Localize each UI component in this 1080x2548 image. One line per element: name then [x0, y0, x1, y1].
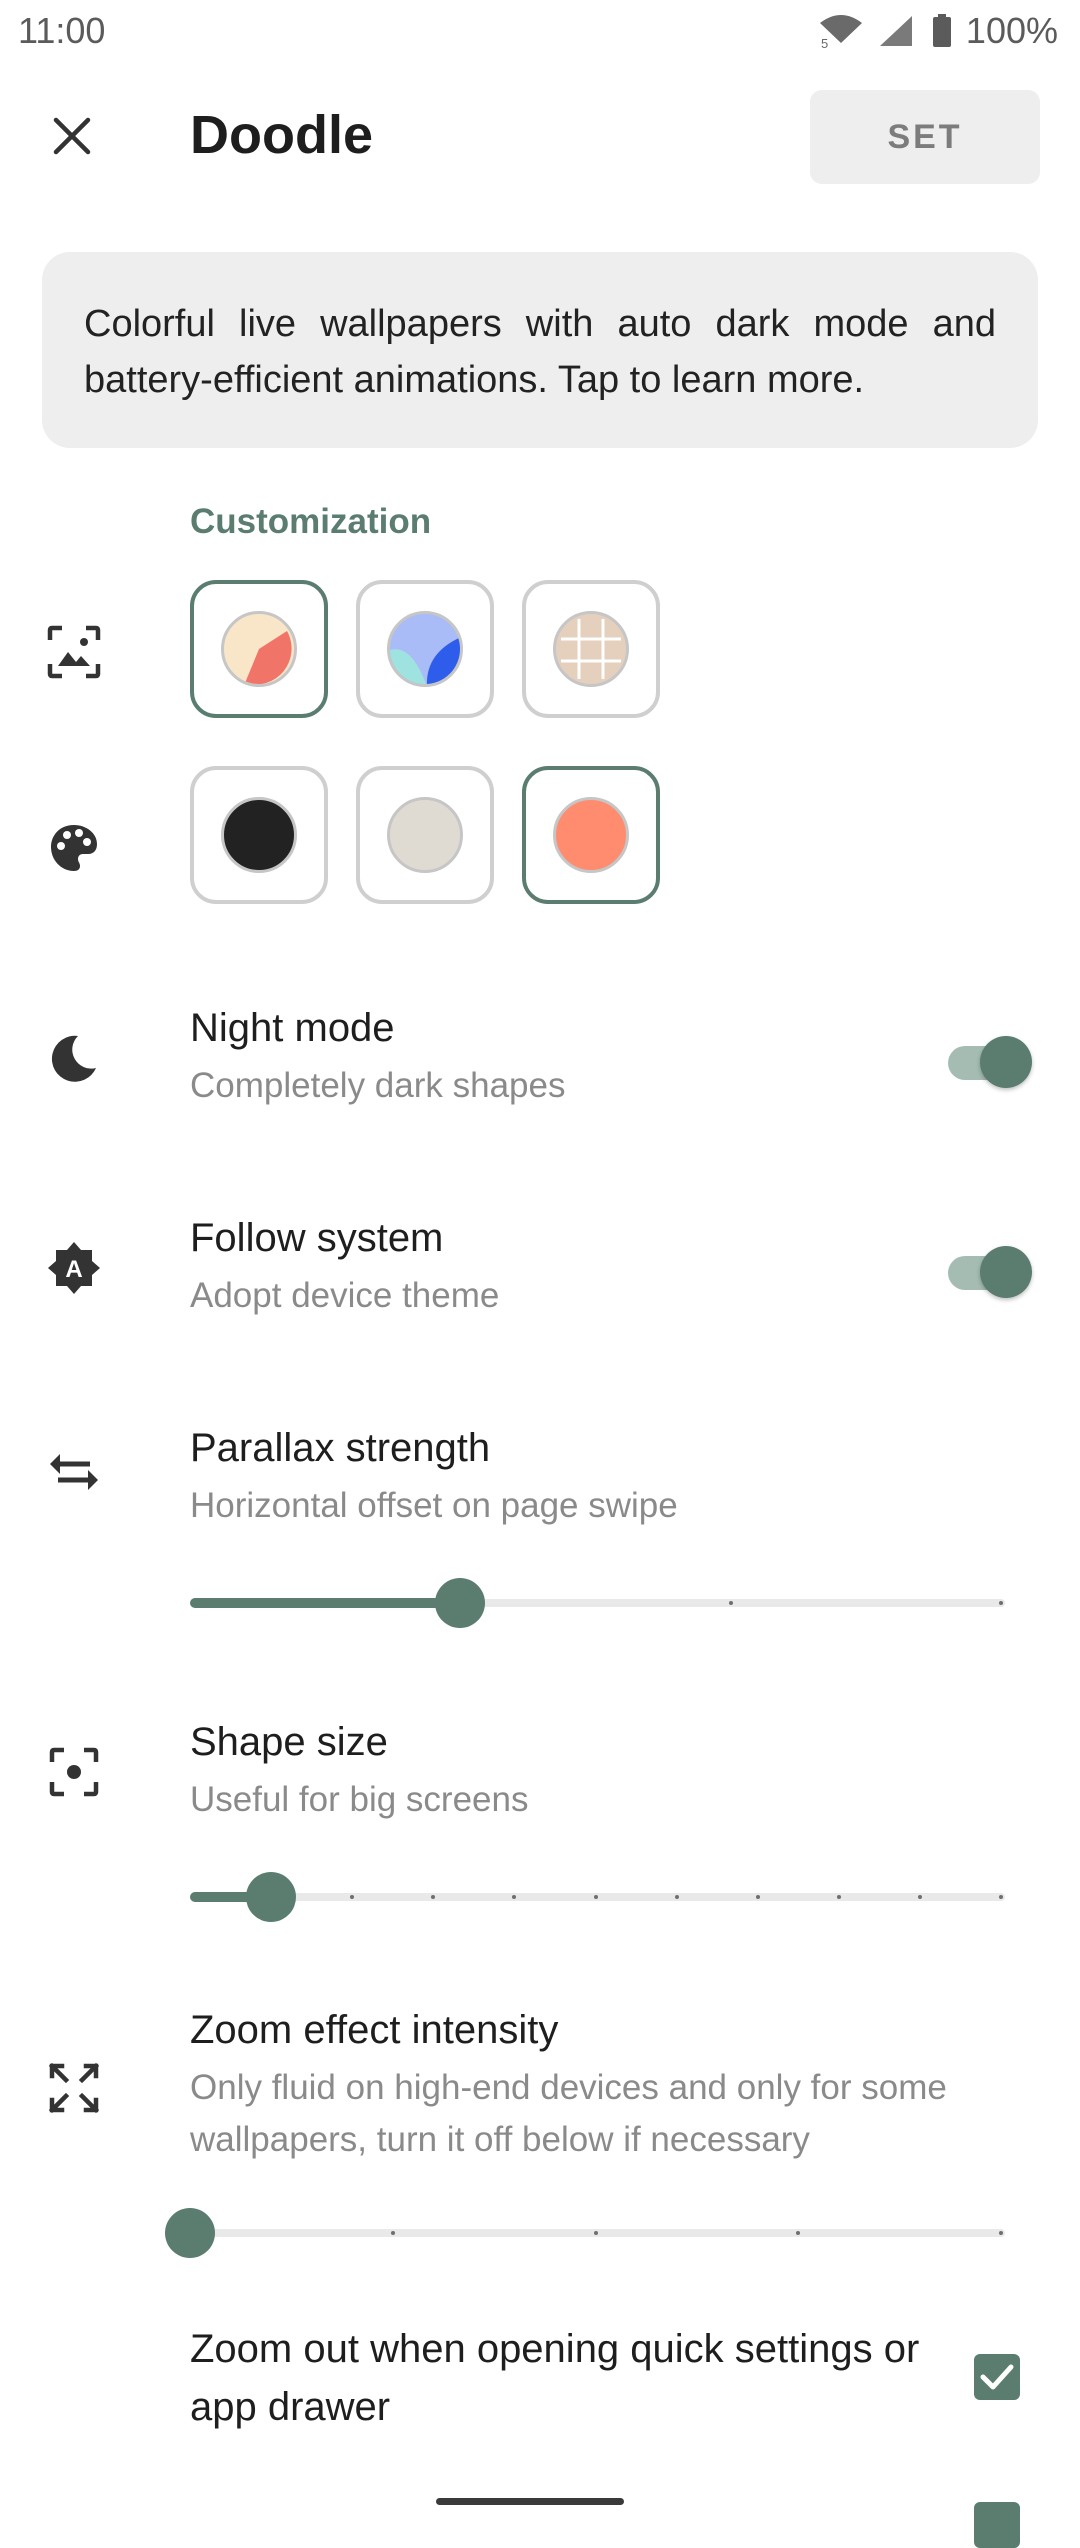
center-focus-icon — [44, 1742, 104, 1802]
signal-icon — [878, 14, 918, 48]
shape-size-slider[interactable] — [190, 1866, 1005, 1926]
follow-system-subtitle: Adopt device theme — [190, 1276, 500, 1315]
slider-rail — [190, 1893, 1005, 1901]
style-preview — [553, 611, 629, 687]
night-mode-subtitle: Completely dark shapes — [190, 1066, 566, 1105]
slider-thumb[interactable] — [165, 2208, 215, 2258]
switch-thumb — [980, 1246, 1032, 1298]
slider-fill — [190, 1598, 461, 1608]
style-preview — [221, 611, 297, 687]
slider-tick — [755, 1895, 760, 1899]
fullscreen-icon — [44, 2058, 104, 2118]
close-button[interactable] — [40, 104, 104, 168]
style-option-cream-red[interactable] — [190, 580, 328, 718]
color-option-black[interactable] — [190, 766, 328, 904]
status-icons: 5 100% — [818, 10, 1058, 52]
parallax-slider[interactable] — [190, 1572, 1005, 1632]
wifi-badge: 5 — [821, 36, 828, 49]
swap-horiz-icon — [44, 1442, 104, 1502]
wallpaper-style-icon — [44, 622, 104, 682]
slider-tick — [999, 1895, 1003, 1899]
wifi-icon: 5 — [818, 13, 864, 49]
parallax-subtitle: Horizontal offset on page swipe — [190, 1486, 678, 1525]
slider-tick — [674, 1895, 679, 1899]
zoom-title: Zoom effect intensity — [190, 2008, 559, 2052]
shape-size-subtitle: Useful for big screens — [190, 1780, 529, 1819]
auto-theme-icon: A — [44, 1238, 104, 1298]
color-preview — [387, 797, 463, 873]
parallax-title: Parallax strength — [190, 1426, 491, 1470]
style-option-blue-teal[interactable] — [356, 580, 494, 718]
zoom-out-quick-checkbox[interactable] — [974, 2354, 1020, 2400]
page-title: Doodle — [190, 105, 373, 165]
battery-percent: 100% — [965, 10, 1058, 51]
info-text: Colorful live wallpapers with auto dark … — [84, 303, 996, 401]
slider-tick — [593, 2231, 598, 2235]
zoom-subtitle: Only fluid on high-end devices and only … — [190, 2068, 947, 2159]
slider-tick — [593, 1895, 598, 1899]
follow-system-switch[interactable] — [948, 1238, 1032, 1298]
style-preview — [387, 611, 463, 687]
slider-tick — [917, 1895, 922, 1899]
shape-size-title: Shape size — [190, 1720, 388, 1764]
color-option-coral[interactable] — [522, 766, 660, 904]
check-icon — [980, 2364, 1014, 2390]
night-mode-title: Night mode — [190, 1006, 395, 1050]
slider-tick — [390, 2231, 395, 2235]
night-mode-switch[interactable] — [948, 1028, 1032, 1088]
follow-system-title: Follow system — [190, 1216, 444, 1260]
top-app-bar: Doodle SET — [0, 86, 1080, 186]
zoom-out-quick-label: Zoom out when opening quick settings or … — [190, 2327, 920, 2429]
section-customization: Customization — [190, 502, 432, 541]
slider-tick — [836, 1895, 841, 1899]
next-row-checkbox[interactable] — [974, 2502, 1020, 2548]
color-preview — [553, 797, 629, 873]
color-option-beige[interactable] — [356, 766, 494, 904]
status-bar: 11:00 5 100% — [0, 0, 1080, 64]
close-icon — [53, 117, 91, 155]
style-option-beige-grid[interactable] — [522, 580, 660, 718]
zoom-slider[interactable] — [165, 2202, 1005, 2262]
set-button[interactable]: SET — [810, 90, 1040, 184]
color-preview — [221, 797, 297, 873]
moon-icon — [44, 1028, 104, 1088]
slider-tick — [728, 1601, 733, 1605]
battery-icon — [932, 14, 952, 48]
status-time: 11:00 — [18, 10, 106, 51]
slider-thumb[interactable] — [435, 1578, 486, 1628]
info-card[interactable]: Colorful live wallpapers with auto dark … — [42, 252, 1038, 448]
slider-tick — [999, 2231, 1003, 2235]
slider-tick — [999, 1601, 1003, 1605]
palette-icon — [44, 818, 104, 878]
switch-thumb — [980, 1036, 1032, 1088]
slider-thumb[interactable] — [246, 1872, 297, 1922]
slider-rail — [190, 2229, 1005, 2237]
svg-text:A: A — [65, 1256, 82, 1283]
gesture-nav-handle[interactable] — [436, 2498, 624, 2505]
